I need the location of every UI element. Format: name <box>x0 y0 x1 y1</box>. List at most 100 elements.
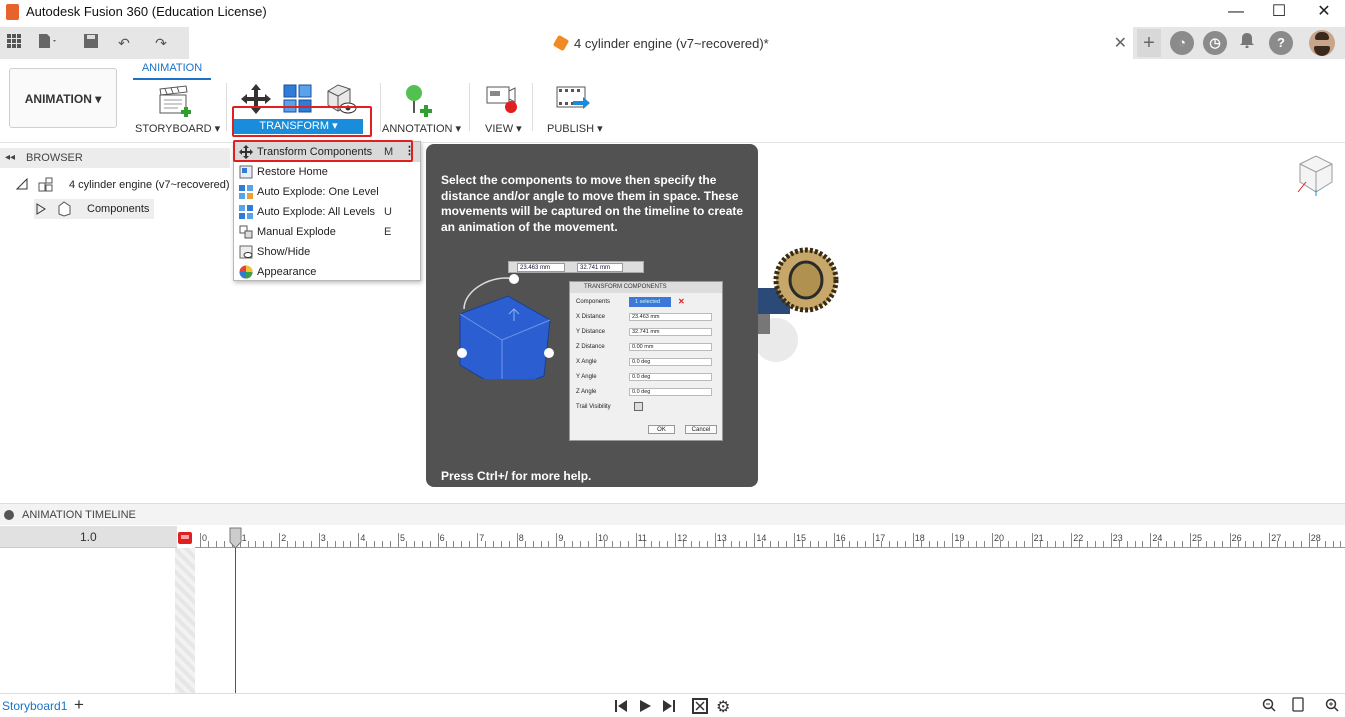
ruler-minor-tick <box>295 541 297 547</box>
save-icon[interactable] <box>80 33 102 53</box>
ruler-minor-tick <box>801 541 803 547</box>
annotation-pin-icon[interactable] <box>402 83 436 120</box>
ruler-tick-label: 9 <box>558 533 564 543</box>
view-camera-icon[interactable] <box>485 83 519 118</box>
ruler-tick-label: 5 <box>400 533 406 543</box>
avatar[interactable] <box>1309 30 1335 56</box>
workspace-switcher-button[interactable]: ANIMATION ▾ <box>9 68 117 128</box>
dialog-cancel-button: Cancel <box>685 425 717 434</box>
ruler-minor-tick <box>889 541 891 547</box>
separator <box>532 83 533 131</box>
add-storyboard-icon[interactable]: + <box>74 695 84 715</box>
zoom-in-icon[interactable] <box>1325 698 1339 715</box>
close-tab-icon[interactable]: ✕ <box>1114 33 1127 53</box>
tooltip-y-field: 32.741 mm <box>577 263 623 272</box>
play-icon[interactable] <box>638 699 652 716</box>
ruler-minor-tick <box>1126 541 1128 547</box>
help-icon[interactable]: ? <box>1269 31 1293 55</box>
clear-selection-icon: ✕ <box>678 297 685 306</box>
menu-item-auto-explode-all[interactable]: Auto Explode: All Levels U <box>234 202 420 222</box>
browser-root-row[interactable]: 4 cylinder engine (v7~recovered) <box>15 177 230 196</box>
camera-track-icon[interactable] <box>177 529 193 548</box>
trail-visibility-icon <box>634 402 643 411</box>
new-tab-plus-icon[interactable]: + <box>1137 29 1161 57</box>
dialog-row: Y Angle 0.0 deg <box>576 372 716 382</box>
expand-triangle-icon[interactable] <box>36 203 46 218</box>
menu-item-show-hide[interactable]: Show/Hide <box>234 242 420 262</box>
skip-to-start-icon[interactable] <box>614 699 628 716</box>
document-tab[interactable]: 4 cylinder engine (v7~recovered)* ✕ <box>189 27 1133 59</box>
ruler-minor-tick <box>263 541 265 547</box>
ruler-minor-tick <box>1245 541 1247 547</box>
browser-root-label: 4 cylinder engine (v7~recovered) <box>69 179 230 191</box>
undo-icon[interactable]: ↶ <box>113 33 135 53</box>
maximize-button[interactable]: ☐ <box>1269 2 1289 22</box>
dialog-row: Trail Visibility <box>576 402 716 412</box>
storyboard-clapper-icon[interactable] <box>158 85 192 120</box>
ruler-major-tick <box>675 533 677 547</box>
animation-timeline-header[interactable]: ANIMATION TIMELINE <box>0 503 1345 525</box>
fit-view-icon[interactable] <box>692 698 708 717</box>
storyboard-menu[interactable]: STORYBOARD ▾ <box>135 122 220 135</box>
annotation-menu[interactable]: ANNOTATION ▾ <box>382 122 461 135</box>
ruler-major-tick <box>477 533 479 547</box>
ruler-minor-tick <box>896 541 898 547</box>
ruler-major-tick <box>1269 533 1271 547</box>
engine-model[interactable] <box>754 240 846 380</box>
collapse-timeline-icon[interactable] <box>4 510 14 520</box>
view-cube-icon[interactable] <box>1292 152 1338 203</box>
ruler-tick-label: 11 <box>637 533 647 543</box>
ruler-major-tick <box>1031 533 1033 547</box>
ruler-minor-tick <box>841 541 843 547</box>
ruler-minor-tick <box>1221 541 1223 547</box>
ruler-minor-tick <box>1197 541 1199 547</box>
file-menu-icon[interactable] <box>37 33 59 53</box>
storyboard-tab[interactable]: Storyboard1 <box>2 699 67 713</box>
ruler-minor-tick <box>904 541 906 547</box>
ruler-major-tick <box>556 533 558 547</box>
extensions-icon[interactable]: ◔ <box>1170 31 1194 55</box>
ruler-minor-tick <box>825 541 827 547</box>
skip-to-end-icon[interactable] <box>662 699 676 716</box>
dialog-row: X Angle 0.0 deg <box>576 357 716 367</box>
ruler-minor-tick <box>611 541 613 547</box>
close-button[interactable]: ✕ <box>1314 2 1334 22</box>
ruler-minor-tick <box>683 541 685 547</box>
ruler-minor-tick <box>746 541 748 547</box>
menu-item-auto-explode-one[interactable]: Auto Explode: One Level <box>234 182 420 202</box>
redo-icon[interactable]: ↷ <box>150 33 172 53</box>
grid-menu-icon[interactable] <box>3 33 25 53</box>
ruler-minor-tick <box>564 541 566 547</box>
menu-item-restore-home[interactable]: Restore Home <box>234 162 420 182</box>
ruler-minor-tick <box>469 541 471 547</box>
ruler-minor-tick <box>390 541 392 547</box>
timeline-settings-gear-icon[interactable]: ⚙ <box>716 697 730 717</box>
ruler-minor-tick <box>429 541 431 547</box>
timeline-ruler[interactable]: 0 1 2 3 4 5 6 7 8 9 10 11 12 13 14 15 16 17 18 19 20 21 22 23 24… <box>195 526 1345 548</box>
zoom-out-icon[interactable] <box>1262 698 1276 715</box>
job-status-icon[interactable]: ◷ <box>1203 31 1227 55</box>
ruler-minor-tick <box>215 541 217 547</box>
browser-components-row[interactable]: Components <box>34 199 154 219</box>
minimize-button[interactable]: — <box>1226 2 1246 22</box>
timeline-speed-cell[interactable]: 1.0 <box>0 526 177 548</box>
tab-animation[interactable]: ANIMATION <box>133 62 211 80</box>
zoom-fit-icon[interactable] <box>1292 697 1304 715</box>
view-menu[interactable]: VIEW ▾ <box>485 122 522 135</box>
browser-header[interactable]: ◂◂ BROWSER <box>0 148 230 168</box>
ruler-minor-tick <box>849 541 851 547</box>
publish-film-icon[interactable] <box>555 83 591 118</box>
ruler-major-tick <box>358 533 360 547</box>
menu-item-manual-explode[interactable]: Manual Explode E <box>234 222 420 242</box>
bottom-bar: Storyboard1 + ⚙ <box>0 693 1345 717</box>
notifications-bell-icon[interactable] <box>1236 32 1258 52</box>
collapse-panel-icon[interactable]: ◂◂ <box>5 152 15 163</box>
menu-item-appearance[interactable]: Appearance <box>234 262 420 282</box>
ruler-minor-tick <box>1253 541 1255 547</box>
ruler-minor-tick <box>1134 541 1136 547</box>
workspace-label: ANIMATION <box>24 92 92 106</box>
publish-menu[interactable]: PUBLISH ▾ <box>547 122 603 135</box>
ruler-minor-tick <box>936 541 938 547</box>
expand-triangle-icon[interactable] <box>15 177 28 193</box>
ruler-minor-tick <box>976 541 978 547</box>
